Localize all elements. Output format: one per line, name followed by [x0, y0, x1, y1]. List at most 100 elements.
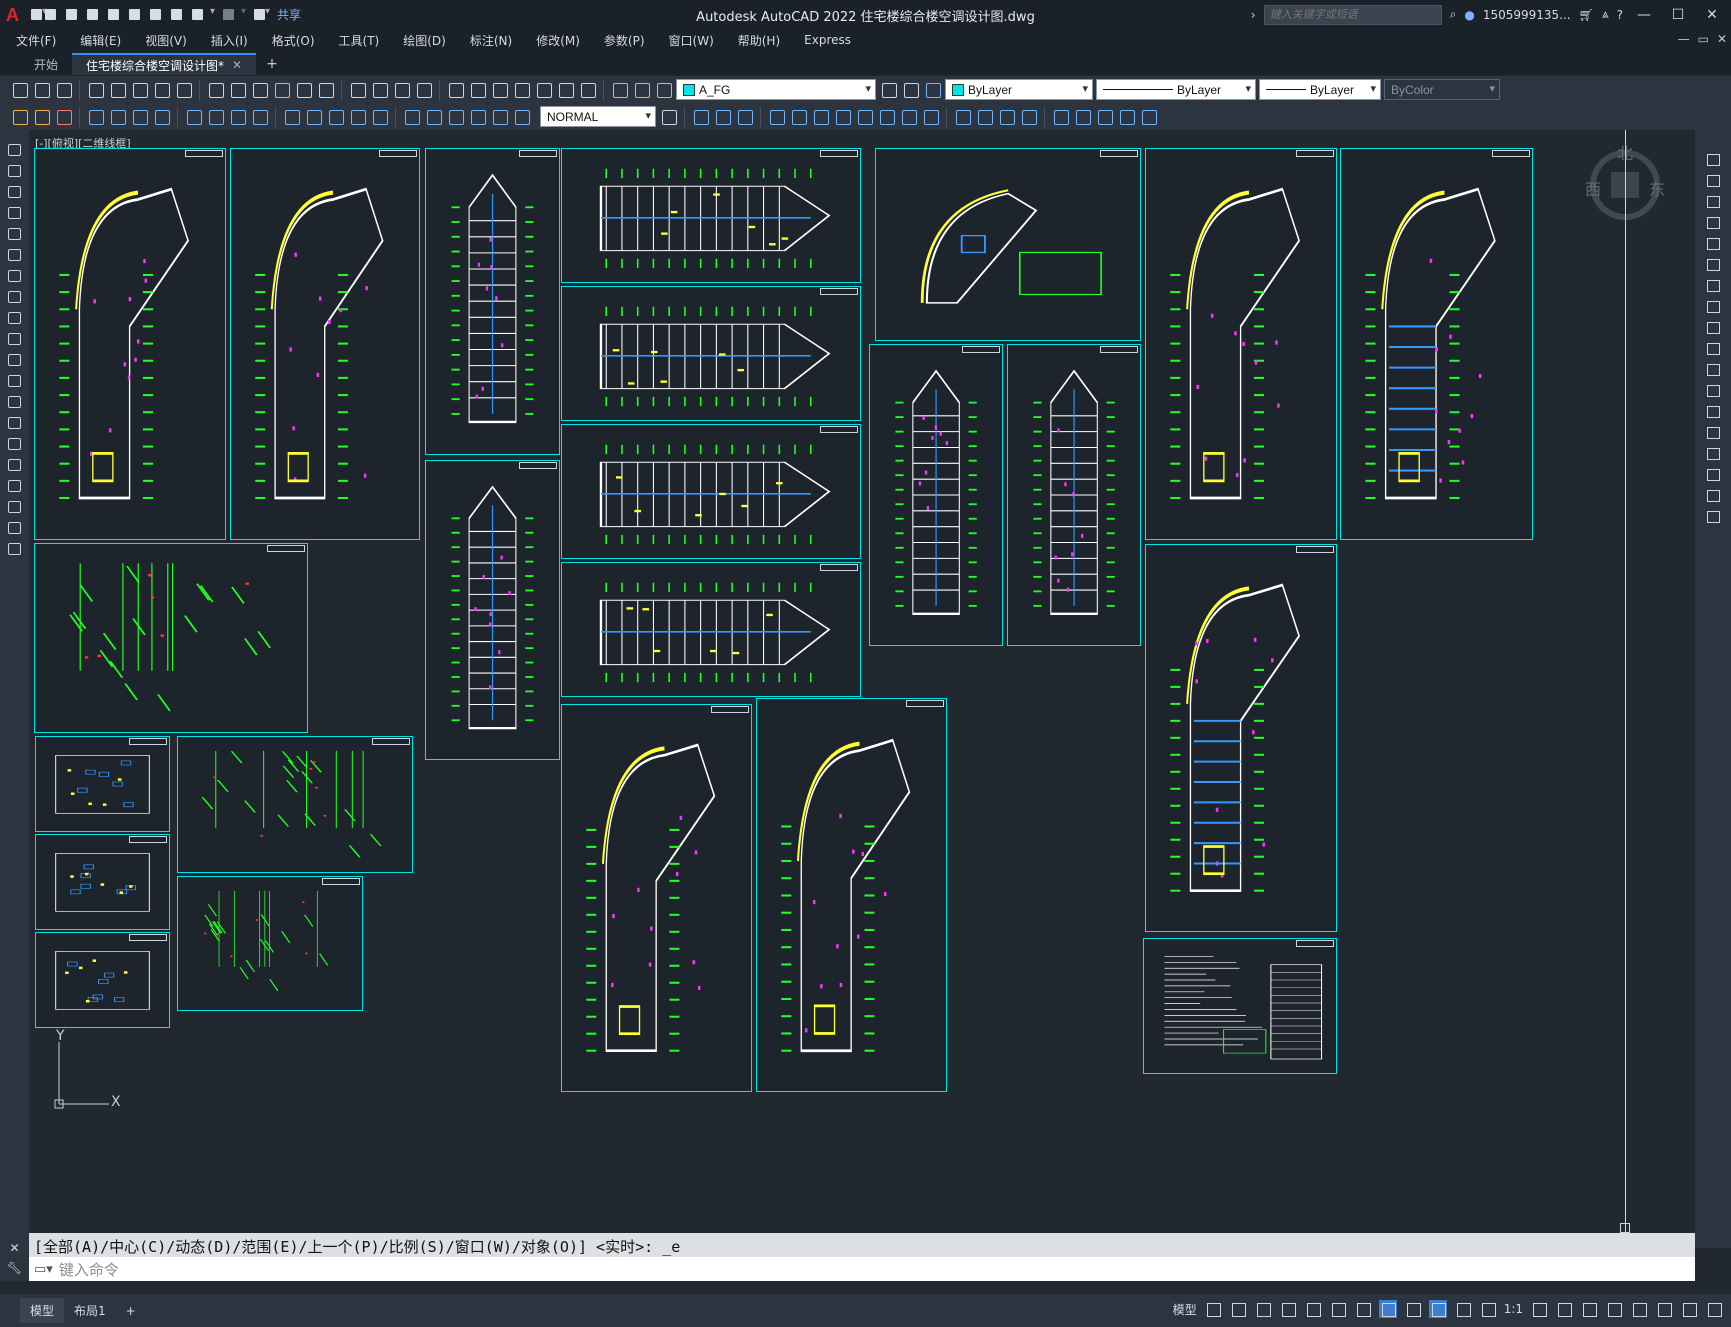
new-icon[interactable] [42, 6, 59, 23]
layout1-tab[interactable]: 布局1 [64, 1298, 116, 1323]
continue-dim-icon[interactable] [326, 107, 345, 126]
layer-off-icon[interactable] [54, 107, 73, 126]
autocad-logo-icon[interactable]: A [6, 6, 24, 24]
ordinate-dim-icon[interactable] [152, 107, 171, 126]
customize-qat-icon[interactable] [251, 6, 270, 23]
markup-icon[interactable] [534, 80, 553, 99]
menu-edit[interactable]: 编辑(E) [80, 32, 121, 49]
drawing-sheet[interactable] [34, 148, 226, 540]
union-icon[interactable] [953, 107, 972, 126]
chamfer-icon[interactable] [1705, 446, 1721, 461]
drawing-sheet[interactable] [177, 736, 413, 873]
jogged-dim-icon[interactable] [206, 107, 225, 126]
scale-icon[interactable] [1705, 299, 1721, 314]
quick-properties-icon[interactable] [1605, 1300, 1623, 1318]
drawing-sheet[interactable] [1145, 544, 1337, 932]
drawing-sheet[interactable] [35, 932, 170, 1028]
drawing-sheet[interactable] [561, 562, 861, 697]
pan-icon[interactable] [348, 80, 367, 99]
layer-state-icon[interactable] [923, 80, 942, 99]
doc-close-button[interactable]: ✕ [1717, 32, 1727, 46]
3d-move-icon[interactable] [1051, 107, 1070, 126]
command-input[interactable]: 键入命令 [59, 1259, 119, 1280]
share-button[interactable]: 共享 [277, 6, 301, 23]
slice-icon[interactable] [1019, 107, 1038, 126]
linear-dim-icon[interactable] [86, 107, 105, 126]
help-icon[interactable]: ? [1617, 8, 1623, 22]
command-input-area[interactable]: ▭▾ 键入命令 [29, 1257, 1695, 1281]
drawing-sheet[interactable] [869, 344, 1003, 646]
dim-text-edit-icon[interactable] [512, 107, 531, 126]
object-snap-tracking-icon[interactable] [1354, 1300, 1372, 1318]
autodesk-a360-icon[interactable]: ⩓ [1602, 7, 1609, 22]
paste-icon[interactable] [228, 80, 247, 99]
chevron-right-icon[interactable]: › [1251, 8, 1256, 22]
cut-icon[interactable] [174, 80, 193, 99]
command-menu-icon[interactable]: ▭▾ [34, 1262, 53, 1277]
polar-tracking-icon[interactable] [1304, 1300, 1322, 1318]
isometric-icon[interactable] [1329, 1300, 1347, 1318]
open-web-icon[interactable] [126, 6, 143, 23]
make-block-icon[interactable] [6, 394, 23, 409]
insert-block-icon[interactable] [6, 373, 23, 388]
user-account[interactable]: 1505999135... [1483, 8, 1571, 22]
annotation-scale-icon[interactable] [1479, 1300, 1497, 1318]
offset-icon[interactable] [1705, 215, 1721, 230]
object-snap-icon[interactable] [1378, 1300, 1397, 1318]
menu-insert[interactable]: 插入(I) [211, 32, 248, 49]
doc-minimize-button[interactable]: — [1678, 32, 1690, 46]
undo-icon[interactable] [189, 6, 215, 23]
array-icon[interactable] [1705, 236, 1721, 251]
3d-print-icon[interactable] [152, 80, 171, 99]
rotate-icon[interactable] [1705, 278, 1721, 293]
color-dropdown[interactable]: ByLayer [945, 79, 1093, 100]
inspection-icon[interactable] [446, 107, 465, 126]
menu-express[interactable]: Express [804, 33, 851, 47]
drawing-canvas[interactable]: [-][俯视][二维线框] 北 西 东 Y X [29, 130, 1695, 1233]
line-icon[interactable] [6, 142, 23, 157]
grid-icon[interactable] [1204, 1300, 1222, 1318]
construction-line-icon[interactable] [6, 163, 23, 178]
gradient-icon[interactable] [6, 457, 23, 472]
revision-cloud-icon[interactable] [6, 289, 23, 304]
drawing-sheet[interactable] [35, 834, 170, 930]
plot-icon[interactable] [168, 6, 185, 23]
erase-icon[interactable] [1705, 152, 1721, 167]
sphere-icon[interactable] [767, 107, 786, 126]
save-as-icon[interactable] [105, 6, 122, 23]
mtext-icon[interactable] [6, 520, 23, 535]
break-at-point-icon[interactable] [1705, 383, 1721, 398]
menu-modify[interactable]: 修改(M) [536, 32, 580, 49]
layer-properties-icon[interactable] [610, 80, 629, 99]
drawing-sheet[interactable] [34, 543, 308, 733]
tool-palettes-icon[interactable] [490, 80, 509, 99]
menu-window[interactable]: 窗口(W) [669, 32, 714, 49]
cart-icon[interactable]: 🛒︎ [1579, 8, 1594, 22]
fillet-icon[interactable] [1705, 467, 1721, 482]
plotstyle-dropdown[interactable]: ByColor [1384, 79, 1500, 100]
stretch-icon[interactable] [1705, 320, 1721, 335]
radius-dim-icon[interactable] [184, 107, 203, 126]
jogged-linear-icon[interactable] [468, 107, 487, 126]
new-tab-button[interactable]: + [256, 53, 288, 75]
close-button[interactable]: ✕ [1699, 7, 1725, 23]
polyline-icon[interactable] [6, 184, 23, 199]
drawing-sheet[interactable] [561, 704, 752, 1092]
match-properties-icon[interactable] [250, 80, 269, 99]
redo-icon[interactable] [220, 6, 246, 23]
drawing-sheet[interactable] [425, 460, 560, 760]
doc-restore-button[interactable]: ▭ [1698, 32, 1709, 46]
command-line-handle[interactable]: ✕ 🔧︎ [0, 1233, 29, 1281]
properties-icon[interactable] [446, 80, 465, 99]
linetype-dropdown[interactable]: ByLayer [1096, 79, 1256, 100]
trim-icon[interactable] [1705, 341, 1721, 356]
move-icon[interactable] [1705, 257, 1721, 272]
sweep-icon[interactable] [899, 107, 918, 126]
menu-tools[interactable]: 工具(T) [339, 32, 380, 49]
revolve-icon[interactable] [877, 107, 896, 126]
tab-close-icon[interactable]: ✕ [232, 58, 242, 72]
close-command-icon[interactable]: ✕ [0, 1241, 29, 1255]
menu-parametric[interactable]: 参数(P) [604, 32, 645, 49]
ellipse-icon[interactable] [6, 331, 23, 346]
3d-align-icon[interactable] [1095, 107, 1114, 126]
